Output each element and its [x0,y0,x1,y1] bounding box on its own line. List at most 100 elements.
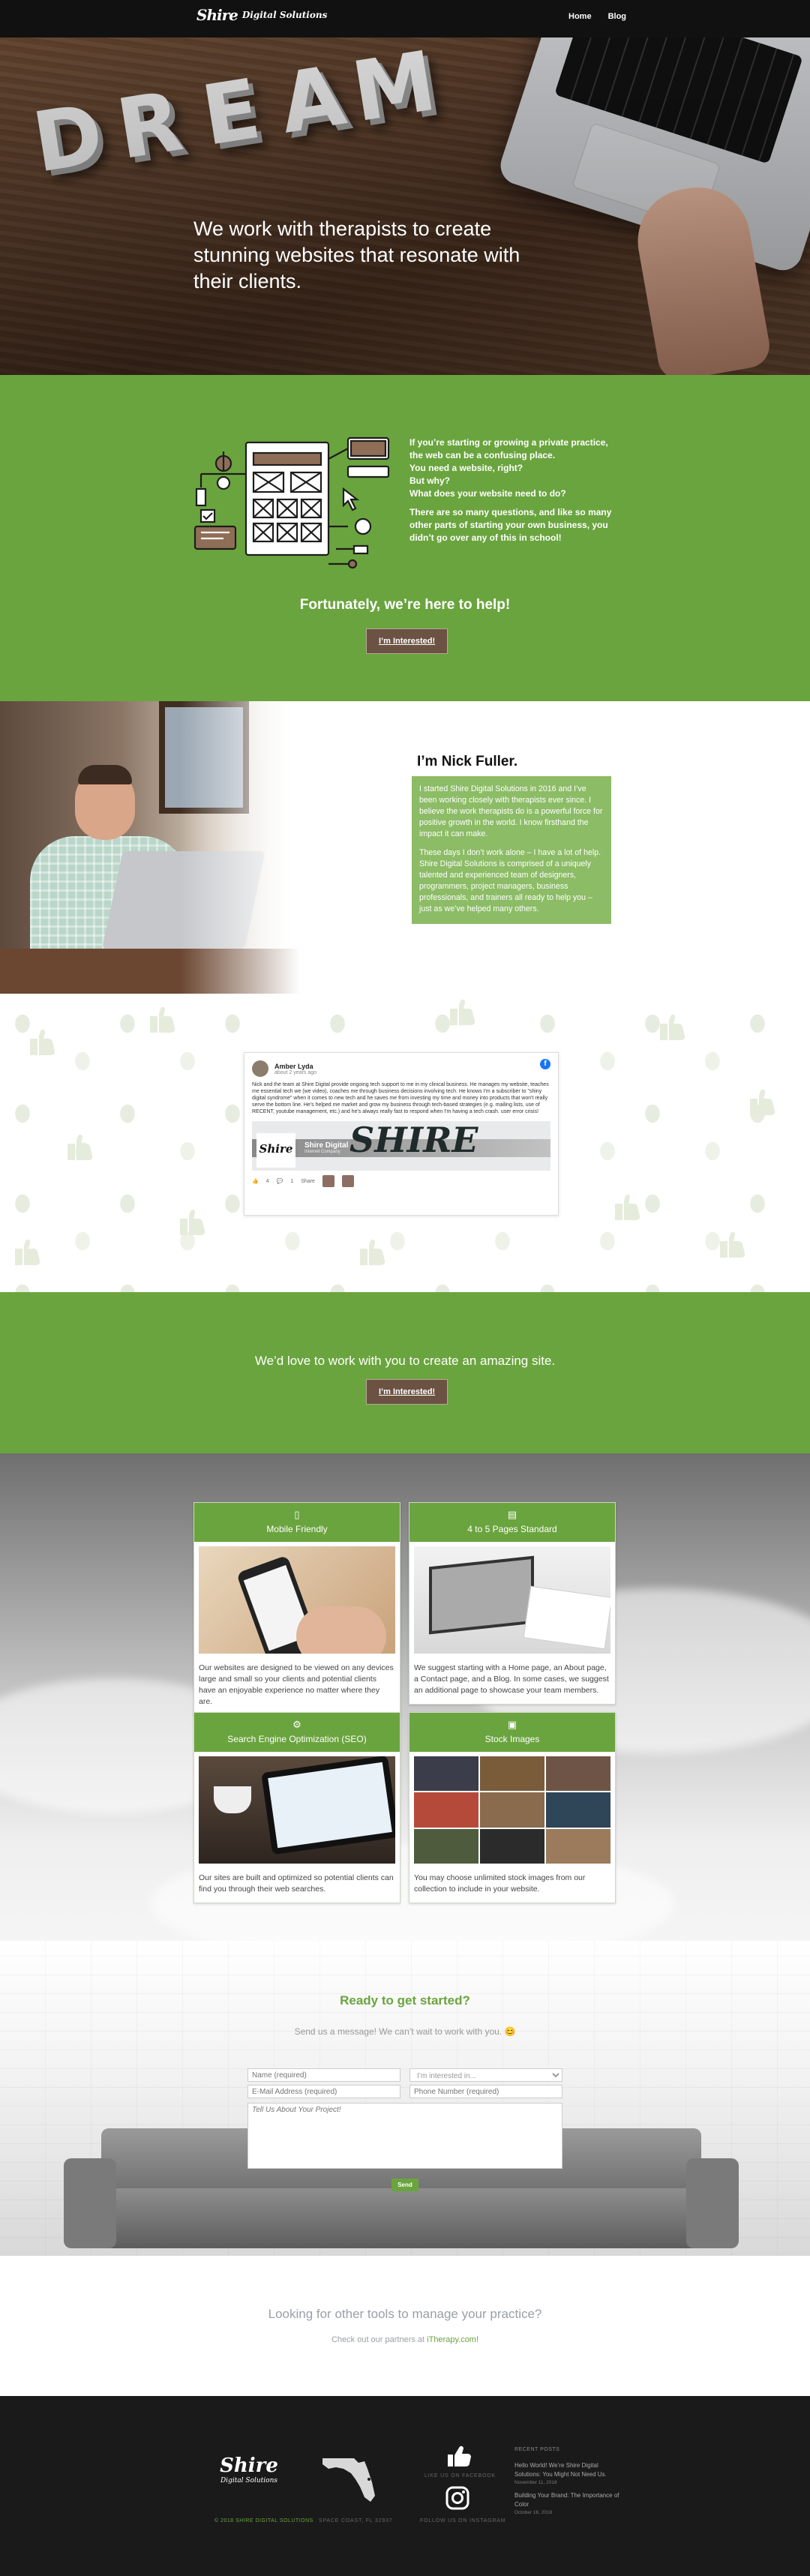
name-field[interactable] [248,2068,400,2082]
share-link[interactable]: Share [301,1179,315,1184]
site-logo[interactable]: Shire Digital Solutions [196,6,327,24]
project-field[interactable] [248,2103,562,2169]
intro-paragraph: There are so many questions, and like so… [410,507,612,543]
logo-mark: Shire [196,6,238,24]
interested-button-2[interactable]: I’m Interested! [366,1379,448,1405]
gears-icon: ⚙ [292,1719,302,1730]
recent-posts-title: Recent Posts [514,2447,560,2452]
partners-section: Looking for other tools to manage your p… [0,2256,810,2396]
features-section: ▯ Mobile Friendly Our websites are desig… [0,1453,810,1941]
interested-button[interactable]: I’m Interested! [366,628,448,654]
feature-text: Our sites are built and optimized so pot… [199,1873,394,1894]
intro-line: You need a website, right? [410,463,524,473]
sofa-arm [64,2158,116,2248]
feature-header: ▤ 4 to 5 Pages Standard [410,1503,615,1542]
preview-page-title: Shire Digital [304,1141,349,1150]
nick-fuller-photo [0,701,300,994]
send-button[interactable]: Send [392,2179,418,2191]
stock-tile [414,1792,478,1828]
post-title[interactable]: Building Your Brand: The Importance of C… [514,2491,620,2509]
phone-field[interactable] [410,2085,562,2098]
post-date: October 16, 2018 [514,2510,553,2515]
follow-us-text[interactable]: Follow us on Instagram [420,2518,506,2524]
tablet-shape [261,1756,395,1855]
laptop-shape [429,1555,534,1635]
comment-thumbnail [322,1175,334,1187]
tablet-analytics-image [199,1756,395,1864]
hero-overlay [0,37,810,375]
intro-copy: If you’re starting or growing a private … [410,436,620,544]
facebook-review-card[interactable]: Amber Lyda about 2 years ago f Nick and … [244,1052,559,1216]
tablet-screen [268,1762,392,1849]
feature-header: ⚙ Search Engine Optimization (SEO) [194,1713,400,1752]
photo-fade [0,701,300,994]
partner-link[interactable]: iTherapy.com! [427,2335,478,2344]
logo-subtitle: Digital Solutions [242,10,328,20]
comment-count: 1 [290,1178,294,1184]
stock-tile [480,1756,544,1792]
recent-post[interactable]: Building Your Brand: The Importance of C… [514,2491,620,2515]
feature-text: You may choose unlimited stock images fr… [414,1873,586,1894]
recent-post[interactable]: Hello World! We’re Shire Digital Solutio… [514,2461,620,2485]
hero-section: D R E A M We work with therapists to cre… [0,37,810,375]
partners-title: Looking for other tools to manage your p… [268,2307,542,2321]
preview-banner-text: SHIRE [350,1121,478,1160]
stock-tile [480,1792,544,1828]
instagram-icon[interactable] [446,2486,470,2510]
like-us-text[interactable]: Like us on Facebook [424,2473,496,2479]
about-bio-box: I started Shire Digital Solutions in 201… [412,776,611,924]
feature-text: We suggest starting with a Home page, an… [414,1663,609,1695]
footer-logo[interactable]: Shire Digital Solutions [219,2455,279,2485]
stock-tile [414,1828,478,1864]
review-text: Nick and the team at Shire Digital provi… [252,1082,549,1114]
feature-title: 4 to 5 Pages Standard [467,1524,557,1534]
cta-title: We’d love to work with you to create an … [254,1354,556,1368]
feature-card-seo: ⚙ Search Engine Optimization (SEO) Our s… [194,1712,400,1903]
phone-in-hand-image [199,1546,395,1654]
comment-thumbnail [341,1175,354,1187]
facebook-icon[interactable]: f [540,1059,550,1069]
nav-blog[interactable]: Blog [608,12,626,21]
sofa-seat [64,2188,739,2248]
document-icon: ▤ [507,1509,518,1520]
feature-title: Mobile Friendly [266,1524,328,1534]
feature-card-mobile: ▯ Mobile Friendly Our websites are desig… [194,1502,400,1716]
post-date: November 11, 2018 [514,2480,557,2485]
footer-logo-mark: Shire [220,2455,278,2477]
email-field[interactable] [248,2085,400,2098]
site-footer: Shire Digital Solutions © 2018 Shire Dig… [0,2396,810,2576]
stock-tile [546,1828,610,1864]
post-title[interactable]: Hello World! We’re Shire Digital Solutio… [514,2461,620,2479]
reaction-count: 4 [266,1178,269,1184]
image-icon: ▣ [507,1719,518,1730]
page-preview[interactable]: SHIRE Shire Digital Internet Company Shi… [252,1121,550,1171]
feature-card-stock: ▣ Stock Images You may choose unlimited … [409,1712,616,1903]
reviewer-name[interactable]: Amber Lyda [274,1063,316,1070]
about-title: I’m Nick Fuller. [417,754,518,769]
contact-form: I’m interested in... Send [248,2068,562,2191]
about-section: I’m Nick Fuller. I started Shire Digital… [0,701,810,994]
preview-page-subtitle: Internet Company [304,1150,340,1154]
coffee-cup-shape [214,1786,251,1813]
stock-images-collage [414,1756,610,1864]
intro-section: If you’re starting or growing a private … [0,375,810,701]
mobile-icon: ▯ [294,1509,300,1520]
feature-header: ▯ Mobile Friendly [194,1503,400,1542]
interest-select[interactable]: I’m interested in... [410,2068,562,2082]
like-icon[interactable]: 👍 [252,1178,259,1184]
facebook-like-icon[interactable] [446,2444,472,2468]
feature-title: Search Engine Optimization (SEO) [227,1734,367,1744]
comment-icon[interactable]: 💬 [277,1178,284,1184]
main-nav: Home Blog [568,12,626,21]
bio-paragraph: These days I don’t work alone – I have a… [419,848,602,913]
nav-home[interactable]: Home [568,12,592,21]
feature-header: ▣ Stock Images [410,1713,615,1752]
partners-text: Check out our partners at iTherapy.com! [0,2335,810,2344]
sofa-arm [686,2158,739,2248]
site-header: Shire Digital Solutions Home Blog [0,0,810,37]
footer-logo-sub: Digital Solutions [220,2477,278,2485]
help-title: Fortunately, we’re here to help! [299,597,511,613]
stock-tile [546,1792,610,1828]
florida-map-icon [322,2458,375,2502]
hero-headline: We work with therapists to create stunni… [194,217,520,292]
